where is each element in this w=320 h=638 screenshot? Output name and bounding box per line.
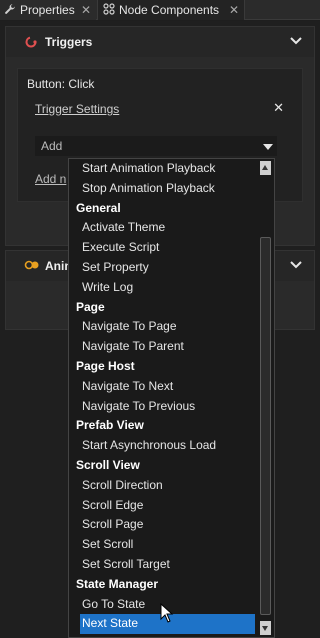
- dropdown-group-header: Prefab View: [76, 418, 144, 433]
- triangle-down-icon: [262, 626, 268, 631]
- add-new-link[interactable]: Add n: [35, 172, 66, 186]
- dropdown-option[interactable]: Write Log: [69, 278, 259, 298]
- action-dropdown-list[interactable]: Start Animation Playback Stop Animation P…: [68, 158, 275, 638]
- dropdown-group-header: Scroll View: [76, 457, 140, 472]
- triangle-up-icon: [262, 165, 268, 170]
- dropdown-option[interactable]: Activate Theme: [69, 218, 259, 238]
- add-label: Add: [41, 139, 63, 153]
- panel-title: Triggers: [45, 35, 93, 49]
- dropdown-group-header: State Manager: [76, 576, 159, 591]
- dropdown-option[interactable]: Navigate To Page: [69, 317, 259, 337]
- dropdown-option[interactable]: Navigate To Parent: [69, 337, 259, 357]
- dropdown-option[interactable]: Scroll Page: [69, 515, 259, 535]
- dropdown-option[interactable]: Scroll Edge: [69, 496, 259, 516]
- dropdown-group-header: Page: [76, 299, 105, 314]
- tab-properties[interactable]: Properties ✕: [0, 0, 96, 20]
- tab-bar: Properties ✕ Node Components ✕: [0, 0, 320, 20]
- dropdown-option[interactable]: Navigate To Next: [69, 377, 259, 397]
- dropdown-option[interactable]: Set Property: [69, 258, 259, 278]
- animation-icon: [24, 259, 40, 274]
- scroll-down-button[interactable]: [260, 621, 271, 635]
- dropdown-option[interactable]: Scroll Direction: [69, 476, 259, 496]
- close-icon[interactable]: ✕: [229, 3, 239, 17]
- dropdown-option[interactable]: Execute Script: [69, 238, 259, 258]
- close-icon[interactable]: ✕: [273, 100, 284, 116]
- close-icon[interactable]: ✕: [81, 3, 91, 17]
- dropdown-option[interactable]: Set Scroll: [69, 535, 259, 555]
- dropdown-option[interactable]: Previous State: [69, 634, 259, 637]
- tab-node-components[interactable]: Node Components ✕: [97, 0, 245, 20]
- dropdown-option[interactable]: Start Asynchronous Load: [69, 436, 259, 456]
- chevron-down-icon[interactable]: [290, 259, 302, 273]
- dropdown-group-header: General: [76, 200, 121, 215]
- scrollbar-thumb[interactable]: [260, 237, 271, 615]
- trigger-heading: Button: Click: [27, 77, 95, 91]
- mouse-cursor-icon: [160, 602, 174, 626]
- triggers-header[interactable]: Triggers: [6, 27, 314, 57]
- dropdown-option[interactable]: Start Animation Playback: [69, 159, 259, 179]
- tab-label: Node Components: [119, 3, 220, 17]
- trigger-settings-link[interactable]: Trigger Settings: [35, 102, 119, 116]
- dropdown-option[interactable]: Navigate To Previous: [69, 397, 259, 417]
- wrench-icon: [4, 3, 16, 18]
- tab-label: Properties: [20, 3, 75, 17]
- dropdown-group-header: Page Host: [76, 358, 135, 373]
- caret-down-icon: [263, 144, 273, 150]
- component-icon: [103, 2, 115, 18]
- trigger-icon: [24, 35, 38, 52]
- scroll-up-button[interactable]: [260, 161, 271, 175]
- chevron-down-icon[interactable]: [290, 35, 302, 49]
- add-action-dropdown[interactable]: Add: [35, 136, 277, 156]
- dropdown-items: Start Animation Playback Stop Animation P…: [69, 159, 259, 637]
- dropdown-scrollbar[interactable]: [260, 161, 272, 635]
- dropdown-option[interactable]: Set Scroll Target: [69, 555, 259, 575]
- dropdown-option[interactable]: Stop Animation Playback: [69, 179, 259, 199]
